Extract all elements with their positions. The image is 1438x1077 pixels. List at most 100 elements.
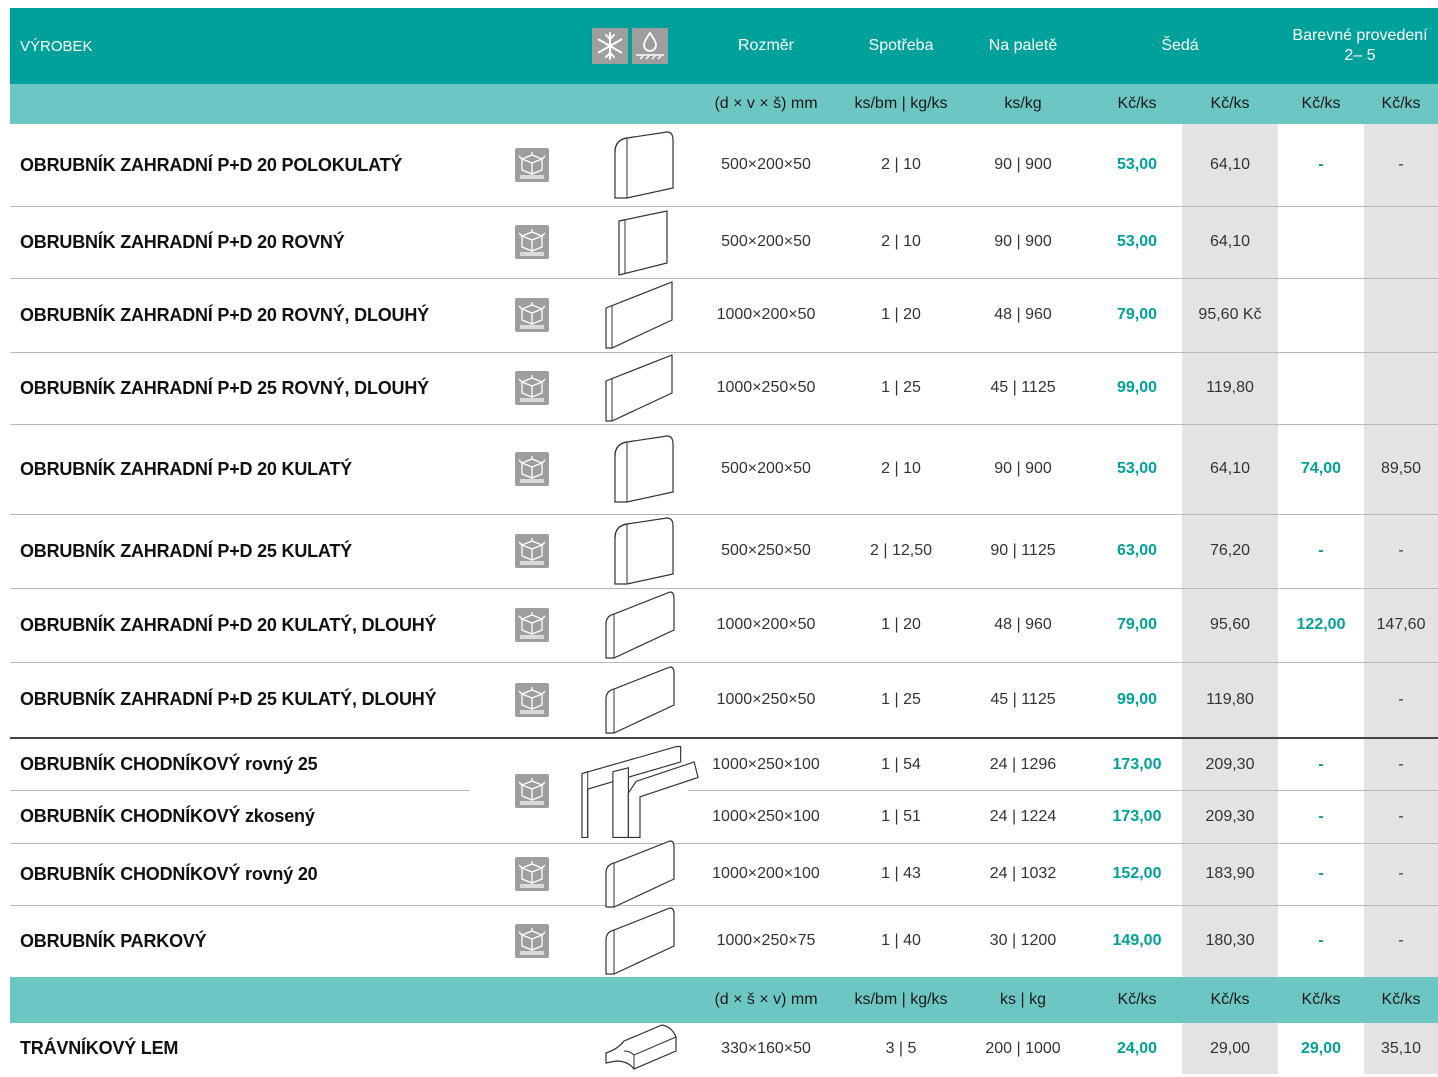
header-rozmer: Rozměr xyxy=(737,37,794,54)
pallet-value: 24 | 1032 xyxy=(989,865,1057,882)
pallet-icon xyxy=(484,124,580,206)
price-color-with-vat xyxy=(1364,352,1438,424)
product-name: OBRUBNÍK ZAHRADNÍ P+D 20 KULATÝ, DLOUHÝ xyxy=(20,614,437,635)
price-grey-no-vat: 53,00 xyxy=(1116,460,1158,477)
product-image xyxy=(580,840,700,908)
price-grey-no-vat: 53,00 xyxy=(1116,233,1158,250)
consumption-value: 3 | 5 xyxy=(885,1039,917,1057)
price-color-no-vat: - xyxy=(1318,807,1324,825)
subheader-c4: Kč/ks xyxy=(1381,95,1421,112)
product-image xyxy=(580,424,700,514)
price-grey-no-vat: 63,00 xyxy=(1116,542,1158,559)
pallet-icon xyxy=(484,588,580,662)
dimension-value: 1000×250×100 xyxy=(712,755,820,773)
pallet-icon xyxy=(484,278,580,352)
consumption-value: 2 | 12,50 xyxy=(870,542,932,559)
pallet-icon xyxy=(484,424,580,514)
product-name: OBRUBNÍK ZAHRADNÍ P+D 25 ROVNÝ, DLOUHÝ xyxy=(20,377,429,398)
consumption-value: 1 | 43 xyxy=(881,865,921,882)
price-color-no-vat: - xyxy=(1318,156,1324,173)
subheader-1: (d × v × š) mm ks/bm | kg/ks ks/kg Kč/ks… xyxy=(10,84,1438,124)
product-name: OBRUBNÍK CHODNÍKOVÝ rovný 25 xyxy=(20,754,318,774)
table-row: OBRUBNÍK ZAHRADNÍ P+D 20 ROVNÝ, DLOUHÝ 10… xyxy=(10,278,1438,352)
header-seda: Šedá xyxy=(1161,37,1199,54)
price-color-no-vat: 29,00 xyxy=(1300,1039,1342,1057)
product-image xyxy=(580,1023,700,1074)
price-color-with-vat xyxy=(1364,206,1438,278)
pallet-value: 45 | 1125 xyxy=(990,690,1056,708)
dimension-value: 500×200×50 xyxy=(721,460,811,477)
price-grey-with-vat: 119,80 xyxy=(1206,690,1254,708)
pallet-icon xyxy=(484,352,580,424)
price-color-no-vat: - xyxy=(1318,865,1324,882)
pallet-icon-box xyxy=(515,225,549,259)
price-color-no-vat: - xyxy=(1318,932,1324,949)
pallet-value: 90 | 1125 xyxy=(990,542,1056,559)
product-image xyxy=(580,278,700,352)
price-color-with-vat: 89,50 xyxy=(1380,460,1422,477)
subheader2-c1: Kč/ks xyxy=(1117,991,1157,1008)
subheader-c1: Kč/ks xyxy=(1117,95,1157,112)
subheader2-na-palete: ks | kg xyxy=(1000,991,1046,1008)
price-color-with-vat: - xyxy=(1398,755,1404,773)
subheader-c3: Kč/ks xyxy=(1301,95,1341,112)
pallet-icon-box xyxy=(515,857,549,891)
consumption-value: 1 | 20 xyxy=(881,616,921,633)
subheader-spotreba: ks/bm | kg/ks xyxy=(854,95,948,112)
dimension-value: 1000×200×50 xyxy=(716,306,816,323)
pallet-icon-box xyxy=(515,682,549,717)
frost-resistant-icon xyxy=(592,28,628,64)
price-color-with-vat: - xyxy=(1398,865,1404,882)
price-grey-with-vat: 180,30 xyxy=(1205,932,1255,949)
price-grey-with-vat: 183,90 xyxy=(1205,865,1255,882)
consumption-value: 1 | 54 xyxy=(881,755,921,773)
pallet-value: 48 | 960 xyxy=(994,306,1052,323)
pallet-value: 48 | 960 xyxy=(994,616,1052,633)
subheader2-rozmer: (d × š × v) mm xyxy=(714,991,818,1008)
consumption-value: 2 | 10 xyxy=(881,460,921,477)
price-grey-no-vat: 79,00 xyxy=(1116,616,1158,633)
pallet-value: 45 | 1125 xyxy=(990,379,1056,396)
pallet-icon-box xyxy=(515,298,549,332)
pallet-icon-box xyxy=(515,608,549,642)
price-grey-with-vat: 76,20 xyxy=(1209,542,1251,559)
price-color-with-vat xyxy=(1364,278,1438,352)
price-grey-with-vat: 95,60 xyxy=(1209,616,1251,633)
table-row: OBRUBNÍK CHODNÍKOVÝ rovný 25 1000×250×100… xyxy=(10,739,1438,839)
price-grey-no-vat: 24,00 xyxy=(1116,1039,1158,1057)
subheader2-c4: Kč/ks xyxy=(1381,991,1421,1008)
product-name: OBRUBNÍK ZAHRADNÍ P+D 20 ROVNÝ xyxy=(20,231,345,252)
pallet-value: 24 | 1224 xyxy=(989,807,1057,825)
consumption-value: 1 | 40 xyxy=(881,932,921,949)
table-row: OBRUBNÍK CHODNÍKOVÝ zkosený 1000×250×100 1… xyxy=(10,790,1438,843)
product-image xyxy=(580,905,700,977)
pallet-icon-box xyxy=(515,534,549,568)
price-color-no-vat xyxy=(1278,662,1364,737)
product-name: OBRUBNÍK PARKOVÝ xyxy=(20,930,207,951)
table-row: OBRUBNÍK ZAHRADNÍ P+D 25 KULATÝ 500×250×5… xyxy=(10,514,1438,588)
price-color-no-vat: 74,00 xyxy=(1300,460,1342,477)
subheader-2: (d × š × v) mm ks/bm | kg/ks ks | kg Kč/… xyxy=(10,977,1438,1023)
product-image xyxy=(580,662,700,737)
price-grey-with-vat: 119,80 xyxy=(1206,379,1254,396)
price-grey-with-vat: 95,60 Kč xyxy=(1198,306,1262,323)
subheader2-c2: Kč/ks xyxy=(1210,991,1250,1008)
dimension-value: 1000×250×50 xyxy=(716,690,816,708)
product-name: OBRUBNÍK ZAHRADNÍ P+D 20 POLOKULATÝ xyxy=(20,154,403,175)
price-color-with-vat: - xyxy=(1398,932,1404,949)
price-grey-with-vat: 64,10 xyxy=(1209,460,1251,477)
pallet-icon-box xyxy=(515,148,549,182)
price-color-no-vat xyxy=(1278,352,1364,424)
dimension-value: 500×200×50 xyxy=(721,233,811,250)
price-color-with-vat: - xyxy=(1398,542,1404,559)
pallet-icon-box xyxy=(515,924,549,958)
table-row: OBRUBNÍK ZAHRADNÍ P+D 20 POLOKULATÝ 500×2… xyxy=(10,124,1438,206)
price-color-no-vat: - xyxy=(1318,755,1324,773)
header-barevne: Barevné provedení 2– 5 xyxy=(1280,8,1438,84)
pallet-value: 24 | 1296 xyxy=(989,755,1057,773)
price-grey-with-vat: 209,30 xyxy=(1205,807,1255,825)
price-grey-no-vat: 173,00 xyxy=(1112,755,1162,773)
price-color-no-vat xyxy=(1278,206,1364,278)
consumption-value: 2 | 10 xyxy=(881,156,921,173)
price-color-no-vat: - xyxy=(1318,542,1324,559)
